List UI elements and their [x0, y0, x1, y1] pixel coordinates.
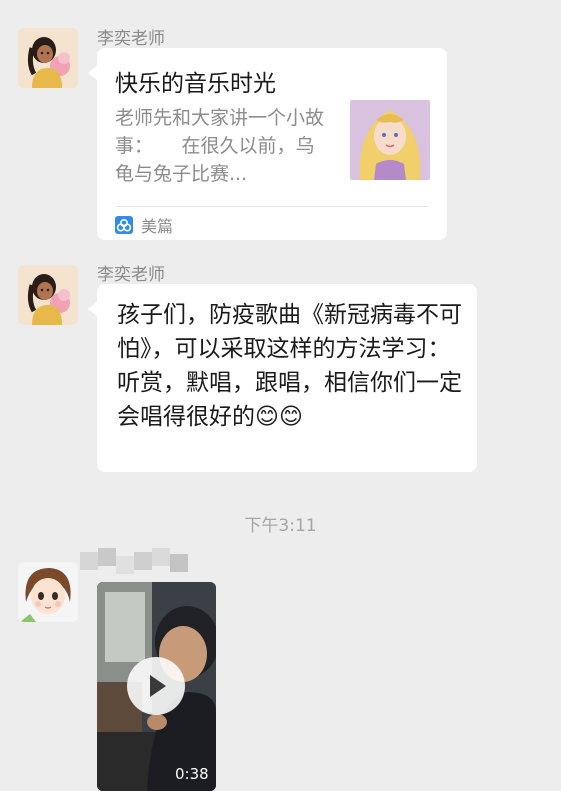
- video-message[interactable]: 0:38: [97, 582, 216, 791]
- meipian-logo-icon: [115, 216, 133, 234]
- message-text: 孩子们，防疫歌曲《新冠病毒不可怕》，可以采取这样的方法学习：听赏，默唱，跟唱，相…: [117, 302, 462, 430]
- sender-name: 李奕老师: [97, 29, 165, 49]
- card-thumbnail: [350, 100, 430, 180]
- student-avatar[interactable]: [18, 562, 78, 622]
- teacher-avatar[interactable]: [18, 265, 78, 325]
- shared-article-card[interactable]: 快乐的音乐时光 老师先和大家讲一个小故事： 在很久以前，乌龟与兔子比赛... 美…: [88, 48, 447, 240]
- text-message-bubble[interactable]: 孩子们，防疫歌曲《新冠病毒不可怕》，可以采取这样的方法学习：听赏，默唱，跟唱，相…: [88, 284, 477, 472]
- card-source-label: 美篇: [141, 217, 174, 236]
- video-duration: 0:38: [175, 765, 209, 783]
- chat-timestamp: 下午3:11: [244, 516, 317, 536]
- play-icon[interactable]: [127, 657, 185, 715]
- card-divider: [115, 206, 429, 207]
- sender-name: 李奕老师: [97, 265, 165, 285]
- teacher-avatar[interactable]: [18, 28, 78, 88]
- blurred-sender-name: [80, 548, 190, 574]
- card-title: 快乐的音乐时光: [115, 71, 276, 97]
- card-description: 老师先和大家讲一个小故事： 在很久以前，乌龟与兔子比赛...: [115, 107, 325, 185]
- card-source[interactable]: 美篇: [115, 213, 173, 237]
